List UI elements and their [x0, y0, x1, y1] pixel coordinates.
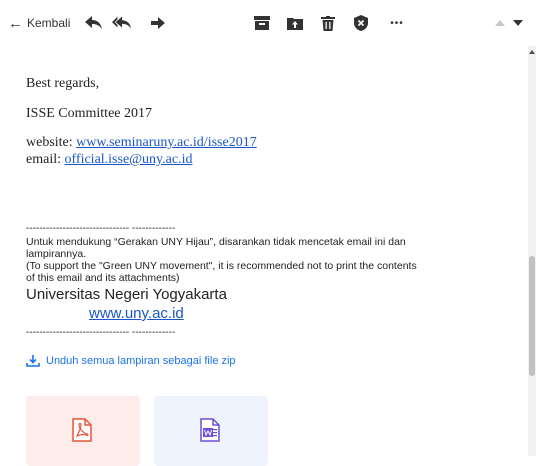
- email-body: Best regards, ISSE Committee 2017 websit…: [0, 46, 528, 456]
- notice-id-2: lampirannya.: [26, 248, 87, 260]
- closing-text: Best regards,: [26, 76, 100, 91]
- prev-icon[interactable]: [490, 13, 510, 33]
- more-glyph: •••: [390, 17, 404, 29]
- university-link[interactable]: www.uny.ac.id: [89, 305, 184, 322]
- notice-en-1: (To support the "Green UNY movement", it…: [26, 260, 417, 272]
- word-file-icon: [200, 418, 220, 442]
- spam-icon[interactable]: [351, 13, 371, 33]
- committee-text: ISSE Committee 2017: [26, 106, 152, 121]
- university-name: Universitas Negeri Yogyakarta: [26, 286, 227, 303]
- notice-en-2: of this email and its attachments): [26, 272, 180, 284]
- notice-id-1: Untuk mendukung “Gerakan UNY Hijau”, dis…: [26, 236, 406, 248]
- more-icon[interactable]: •••: [385, 13, 409, 33]
- scroll-up-icon[interactable]: [528, 48, 536, 56]
- back-arrow-icon: ←: [8, 14, 23, 32]
- separator-line: ------------------------------- --------…: [26, 223, 176, 234]
- website-label: website:: [26, 135, 77, 150]
- separator-line-2: ------------------------------- --------…: [26, 327, 176, 338]
- back-label: Kembali: [27, 16, 71, 30]
- email-link[interactable]: official.isse@uny.ac.id: [65, 152, 193, 167]
- pdf-file-icon: [72, 418, 92, 442]
- website-link[interactable]: www.seminaruny.ac.id/isse2017: [76, 135, 257, 150]
- download-all-link[interactable]: Unduh semua lampiran sebagai file zip: [26, 355, 236, 367]
- forward-icon[interactable]: [148, 13, 168, 33]
- reply-all-icon[interactable]: [112, 13, 132, 33]
- move-icon[interactable]: [285, 13, 305, 33]
- email-label: email:: [26, 152, 65, 167]
- download-all-label: Unduh semua lampiran sebagai file zip: [46, 355, 236, 367]
- website-line: website: www.seminaruny.ac.id/isse2017: [26, 135, 257, 151]
- email-line: email: official.isse@uny.ac.id: [26, 152, 192, 168]
- download-icon: [26, 355, 40, 367]
- message-toolbar: ← Kembali •••: [0, 0, 536, 46]
- back-button[interactable]: ← Kembali: [8, 14, 70, 32]
- archive-icon[interactable]: [252, 13, 272, 33]
- delete-icon[interactable]: [318, 13, 338, 33]
- next-icon[interactable]: [508, 13, 528, 33]
- reply-icon[interactable]: [84, 13, 104, 33]
- scroll-thumb[interactable]: [529, 256, 535, 376]
- content-scrollbar[interactable]: [528, 46, 536, 456]
